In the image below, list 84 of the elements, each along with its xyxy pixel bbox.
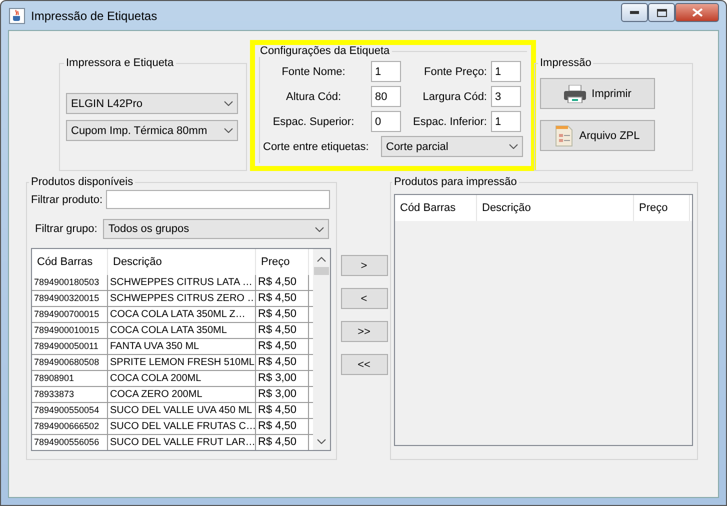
table-cell: SCHWEPPES CITRUS LATA … [108, 275, 256, 290]
minimize-button[interactable] [621, 3, 648, 22]
number-field[interactable]: 0 [371, 111, 401, 132]
table-cell: R$ 4,50 [256, 307, 309, 322]
transfer-button[interactable]: << [340, 354, 388, 375]
maximize-button[interactable] [648, 3, 675, 22]
field-label: Fonte Nome: [280, 66, 346, 78]
table-cell: COCA ZERO 200ML [108, 387, 256, 402]
table-cell: 7894900050011 [32, 339, 108, 354]
table-cell: R$ 4,50 [256, 323, 309, 338]
table-cell: COCA COLA LATA 350ML [108, 323, 256, 338]
maximize-icon [656, 8, 666, 16]
chevron-down-icon [315, 226, 324, 232]
field-label: Espac. Superior: [272, 116, 356, 128]
field-label: Espac. Inferior: [412, 116, 488, 128]
table-cell: 7894900320015 [32, 291, 108, 306]
number-field[interactable]: 3 [491, 86, 521, 107]
table-cell: 7894900680508 [32, 355, 108, 370]
table-cell: COCA COLA 200ML [108, 371, 256, 386]
java-cup-icon [9, 8, 25, 24]
table-cell: R$ 4,50 [256, 435, 309, 450]
table-cell: 7894900550054 [32, 403, 108, 418]
print-button[interactable]: Imprimir [540, 78, 655, 109]
column-header[interactable]: Preço [634, 195, 690, 221]
transfer-button[interactable]: >> [340, 321, 388, 342]
field-label: Corte entre etiquetas: [262, 140, 370, 152]
table-cell: R$ 4,50 [256, 355, 309, 370]
table-cell: R$ 4,50 [256, 275, 309, 290]
chevron-down-icon [224, 128, 233, 133]
transfer-button[interactable]: > [340, 255, 388, 276]
table-cell: R$ 4,50 [256, 339, 309, 354]
table-cell: 78908901 [32, 371, 108, 386]
table-cell: 78933873 [32, 387, 108, 402]
table-cell: SUCO DEL VALLE UVA 450 ML [108, 403, 256, 418]
table-cell: R$ 3,00 [256, 387, 309, 402]
file-button[interactable]: Arquivo ZPL [540, 120, 655, 151]
group-title: Produtos disponíveis [30, 176, 134, 188]
table-cell: R$ 4,50 [256, 419, 309, 434]
table-cell: SUCO DEL VALLE FRUT LAR… [108, 435, 256, 450]
transfer-button[interactable]: < [340, 288, 388, 309]
table-cell: SCHWEPPES CITRUS ZERO … [108, 291, 256, 306]
group-title: Impressão [539, 57, 592, 69]
number-field[interactable]: 1 [371, 61, 401, 82]
table-cell: SUCO DEL VALLE FRUTAS C… [108, 419, 256, 434]
minimize-icon [630, 11, 639, 14]
close-button[interactable] [675, 3, 719, 22]
column-header[interactable]: Descrição [477, 195, 634, 221]
field-label: Altura Cód: [284, 90, 342, 102]
group-title: Impressora e Etiqueta [65, 57, 175, 69]
table-cell: COCA COLA LATA 350ML Z… [108, 307, 256, 322]
table-cell: 7894900010015 [32, 323, 108, 338]
field-label: Filtrar grupo: [35, 223, 98, 235]
table-cell: SPRITE LEMON FRESH 510ML [108, 355, 256, 370]
chevron-down-icon [224, 101, 233, 106]
printer-icon [564, 84, 586, 102]
table-cell: 7894900700015 [32, 307, 108, 322]
window-title: Impressão de Etiquetas [31, 8, 158, 22]
scroll-thumb[interactable] [314, 267, 329, 275]
group-title: Configurações da Etiqueta [259, 45, 391, 57]
chevron-up-icon [317, 257, 326, 262]
label-dropdown[interactable]: Cupom Imp. Térmica 80mm [66, 120, 238, 141]
chevron-down-icon [509, 144, 518, 149]
number-field[interactable]: 1 [491, 61, 521, 82]
product-filter-field[interactable] [106, 190, 330, 209]
close-icon [692, 8, 702, 17]
number-field[interactable]: 80 [371, 86, 401, 107]
table-cell: 7894900180503 [32, 275, 108, 290]
table-cell: 7894900666502 [32, 419, 108, 434]
column-header[interactable]: Cód Barras [395, 195, 477, 221]
field-label: Largura Cód: [422, 90, 488, 102]
table-cell: FANTA UVA 350 ML [108, 339, 256, 354]
field-label: Fonte Preço: [423, 66, 488, 78]
cut-dropdown[interactable]: Corte parcial [381, 136, 523, 157]
printer-dropdown[interactable]: ELGIN L42Pro [66, 93, 238, 114]
field-label: Filtrar produto: [31, 194, 103, 206]
chevron-down-icon [317, 439, 326, 444]
group-dropdown[interactable]: Todos os grupos [103, 219, 330, 239]
group-title: Produtos para impressão [393, 176, 518, 188]
table-cell: R$ 4,50 [256, 403, 309, 418]
table-cell: 7894900556056 [32, 435, 108, 450]
table-cell: R$ 4,50 [256, 291, 309, 306]
number-field[interactable]: 1 [491, 111, 521, 132]
table-cell: R$ 3,00 [256, 371, 309, 386]
document-icon [555, 124, 574, 146]
